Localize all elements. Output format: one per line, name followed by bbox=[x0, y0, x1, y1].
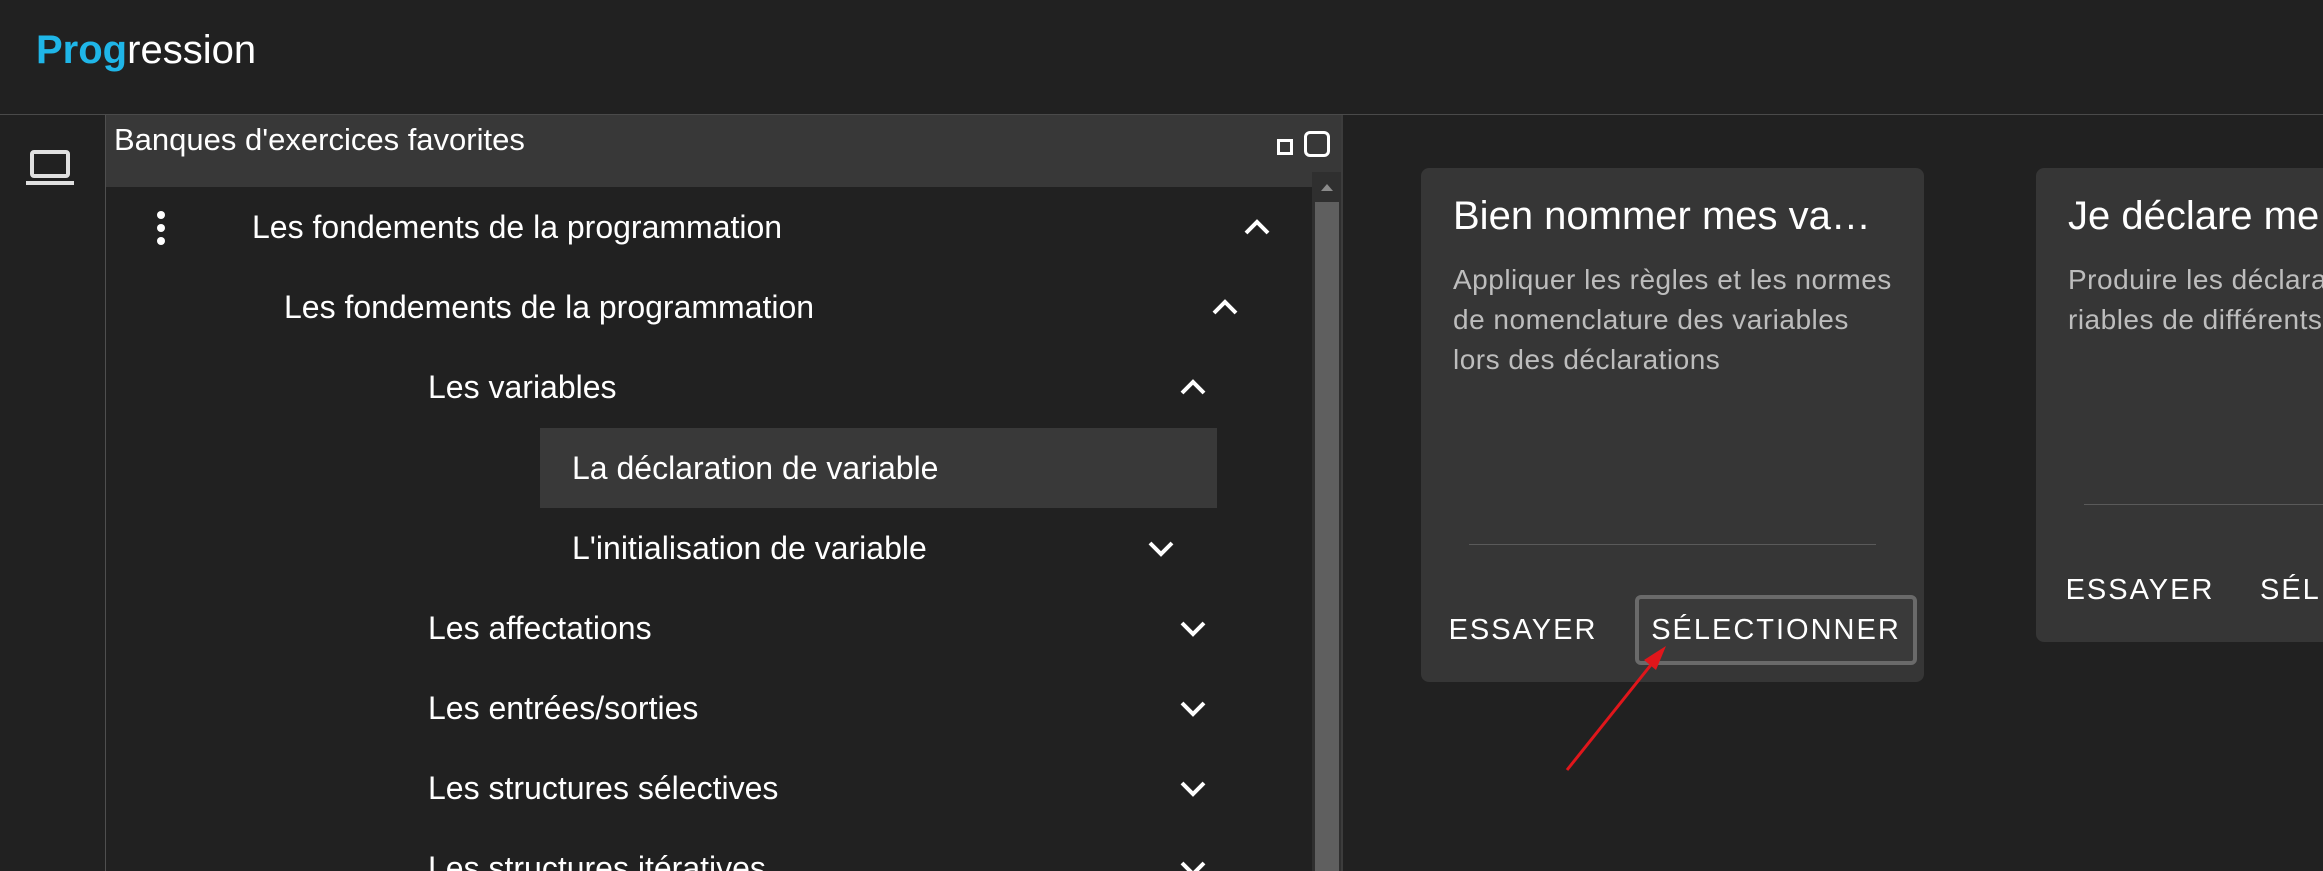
card-title: Bien nommer mes va… bbox=[1453, 194, 1871, 238]
left-rail bbox=[0, 115, 106, 871]
chevron-up-icon[interactable] bbox=[1242, 215, 1272, 239]
try-button[interactable]: ESSAYER bbox=[2060, 555, 2220, 625]
logo-accent: Prog bbox=[36, 28, 128, 72]
tree-item-label: Les entrées/sorties bbox=[428, 690, 699, 726]
tree-item-fondements[interactable]: Les fondements de la programmation bbox=[106, 187, 1312, 267]
tree-item-label: Les variables bbox=[428, 369, 617, 405]
chevron-up-icon[interactable] bbox=[1210, 295, 1240, 319]
tree-item-label: Les affectations bbox=[428, 610, 652, 646]
app-header: Progression bbox=[0, 0, 2323, 115]
card-title: Je déclare me bbox=[2068, 194, 2320, 238]
tree-item-label: La déclaration de variable bbox=[572, 450, 939, 486]
app-root: Progression Banques d'exercices favorite… bbox=[0, 0, 2323, 871]
tree-item-entrees-sorties[interactable]: Les entrées/sorties bbox=[106, 668, 1312, 748]
chevron-up-icon[interactable] bbox=[1178, 375, 1208, 399]
chevron-down-icon[interactable] bbox=[1146, 536, 1176, 560]
tree-item-label: Les structures itératives bbox=[428, 850, 766, 871]
exercise-card: Bien nommer mes va… Appliquer les règles… bbox=[1421, 168, 1924, 682]
app-logo[interactable]: Progression bbox=[36, 24, 256, 76]
tree-item-label: Les fondements de la programmation bbox=[252, 209, 783, 245]
chevron-down-icon[interactable] bbox=[1178, 776, 1208, 800]
laptop-icon[interactable] bbox=[24, 149, 76, 189]
chevron-down-icon[interactable] bbox=[1178, 856, 1208, 871]
tree-item-label: L'initialisation de variable bbox=[572, 530, 927, 566]
scrollbar-thumb[interactable] bbox=[1315, 202, 1339, 871]
square-icon[interactable] bbox=[1304, 131, 1330, 157]
favorites-panel: Banques d'exercices favorites Les fondem… bbox=[106, 115, 1343, 871]
tree-scrollbar[interactable] bbox=[1312, 172, 1342, 871]
logo-rest: ression bbox=[127, 28, 257, 72]
tree-item-label: Les fondements de la programmation bbox=[284, 289, 815, 325]
tree-item-fondements-sub[interactable]: Les fondements de la programmation bbox=[106, 267, 1312, 347]
red-arrow-icon bbox=[1565, 646, 1666, 771]
tree-item-label: Les structures sélectives bbox=[428, 770, 779, 806]
scroll-up-icon[interactable] bbox=[1312, 172, 1342, 202]
card-divider bbox=[2084, 504, 2323, 505]
card-description: Appliquer les règles et les normes de no… bbox=[1453, 264, 1892, 375]
chevron-down-icon[interactable] bbox=[1178, 696, 1208, 720]
panel-title: Banques d'exercices favorites bbox=[114, 122, 525, 157]
card-divider bbox=[1469, 544, 1876, 545]
exercise-card: Je déclare me Produire les déclara riabl… bbox=[2036, 168, 2323, 642]
tree-item-variables[interactable]: Les variables bbox=[106, 347, 1312, 427]
tree-item-initialisation[interactable]: L'initialisation de variable bbox=[106, 508, 1312, 588]
panel-header: Banques d'exercices favorites bbox=[106, 115, 1341, 187]
small-square-icon[interactable] bbox=[1277, 139, 1293, 155]
chevron-down-icon[interactable] bbox=[1178, 616, 1208, 640]
tree-item-structures-selectives[interactable]: Les structures sélectives bbox=[106, 748, 1312, 828]
tree-item-structures-iteratives[interactable]: Les structures itératives bbox=[106, 828, 1312, 871]
card-description: Produire les déclara riables de différen… bbox=[2068, 264, 2323, 335]
select-button[interactable]: SÉL bbox=[2260, 555, 2323, 625]
more-vert-icon[interactable] bbox=[154, 211, 168, 247]
tree-item-affectations[interactable]: Les affectations bbox=[106, 588, 1312, 668]
tree-item-declaration[interactable]: La déclaration de variable bbox=[540, 428, 1217, 508]
